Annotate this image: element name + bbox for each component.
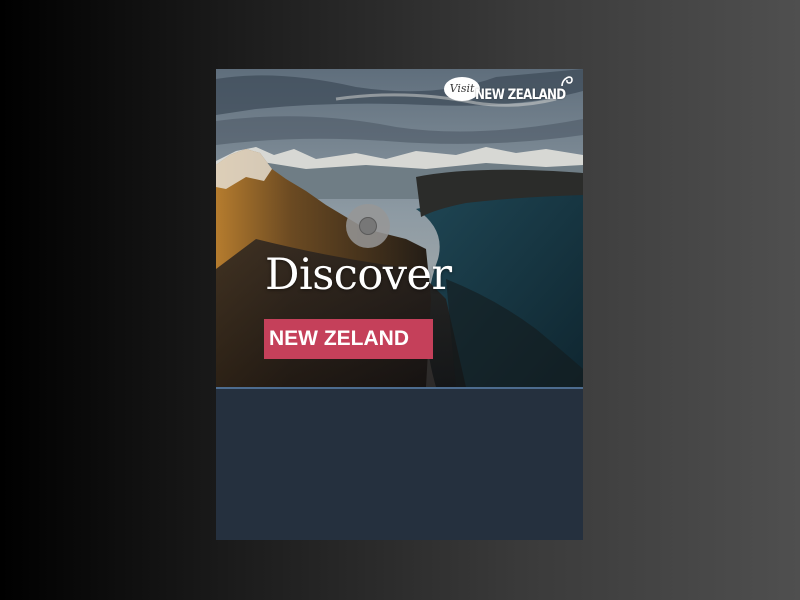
play-circle-icon <box>359 217 377 235</box>
visit-new-zealand-logo: Visit NEW ZEALAND <box>442 72 582 106</box>
new-zeland-cta-button[interactable]: NEW ZELAND <box>264 319 433 359</box>
hero-banner: Visit NEW ZEALAND Discover NEW ZELAND <box>216 69 583 389</box>
logo-brand-text: NEW ZEALAND <box>475 87 566 103</box>
fern-icon <box>561 76 573 87</box>
play-video-button[interactable] <box>346 204 390 248</box>
ad-card: Visit NEW ZEALAND Discover NEW ZELAND <box>216 69 583 540</box>
headline-text: Discover <box>265 250 452 300</box>
